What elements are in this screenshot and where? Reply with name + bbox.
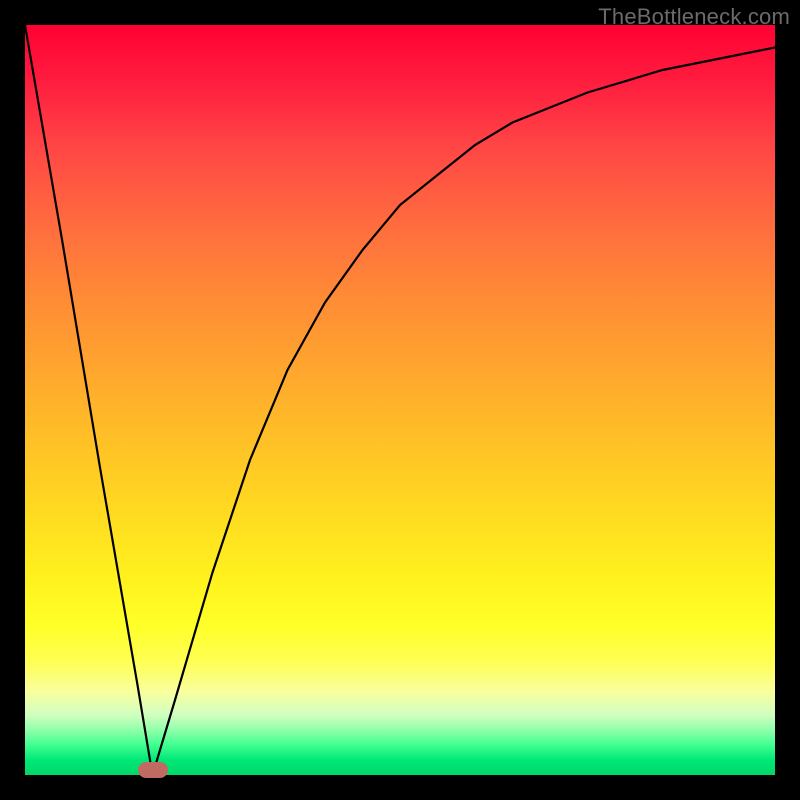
bottleneck-curve xyxy=(25,25,775,775)
optimal-marker xyxy=(138,762,168,778)
chart-container: TheBottleneck.com xyxy=(0,0,800,800)
watermark-text: TheBottleneck.com xyxy=(598,4,790,30)
curve-svg xyxy=(25,25,775,775)
plot-area xyxy=(25,25,775,775)
